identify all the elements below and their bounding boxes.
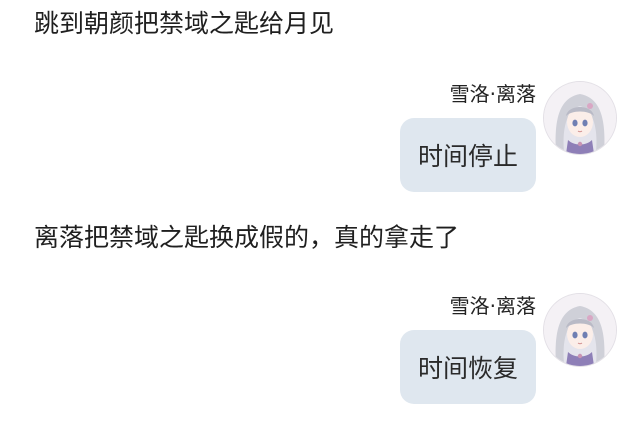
narration-text: 离落把禁域之匙换成假的，真的拿走了: [34, 223, 460, 252]
message-bubble[interactable]: 时间停止: [399, 118, 536, 192]
message-bubble[interactable]: 时间恢复: [399, 330, 536, 404]
anime-girl-avatar-icon[interactable]: [544, 294, 616, 366]
sender-name: 雪洛·离落: [449, 294, 536, 318]
chat-message: 雪洛·离落 时间停止: [0, 80, 640, 210]
anime-girl-avatar-icon[interactable]: [544, 82, 616, 154]
narration-text: 跳到朝颜把禁域之匙给月见: [34, 9, 335, 38]
chat-message: 雪洛·离落 时间恢复: [0, 292, 640, 422]
sender-name: 雪洛·离落: [449, 82, 536, 106]
chat-screen: 跳到朝颜把禁域之匙给月见 雪洛·离落 时间停止 离落把禁域之匙换成假的，真的拿走…: [0, 0, 640, 428]
